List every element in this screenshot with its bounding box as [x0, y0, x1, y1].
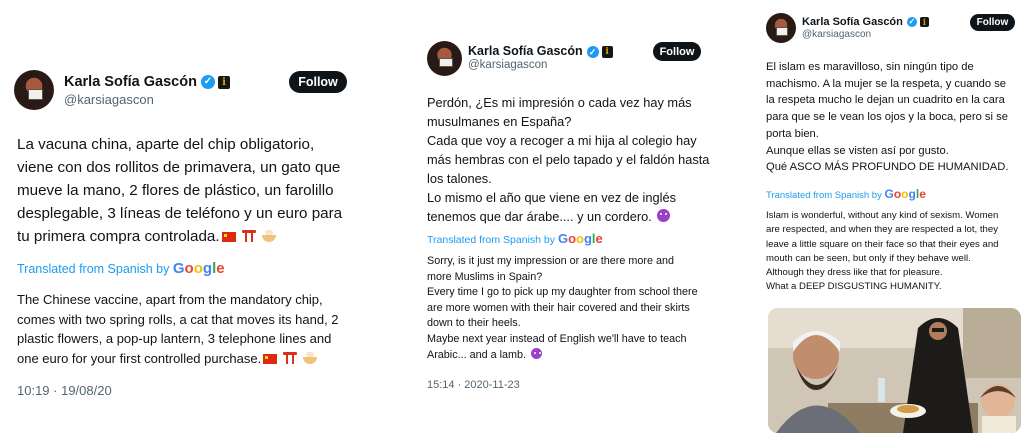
google-logo: Google: [172, 260, 225, 277]
photo-scene: [768, 308, 1021, 433]
follow-button[interactable]: Follow: [289, 71, 347, 93]
org-badge-icon: i: [919, 17, 929, 28]
display-name[interactable]: Karla Sofía Gascón ✓ i: [64, 74, 230, 90]
avatar[interactable]: [14, 70, 54, 110]
display-name-text[interactable]: Karla Sofía Gascón: [64, 74, 197, 90]
ramen-bowl-icon: [302, 351, 317, 364]
translation-text-content: Islam is wonderful, without any kind of …: [766, 210, 999, 293]
handle[interactable]: @karsiagascon: [64, 92, 154, 107]
org-badge-icon: i: [217, 75, 230, 89]
display-name[interactable]: Karla Sofía Gascón ✓ i: [802, 16, 929, 28]
handle[interactable]: @karsiagascon: [802, 29, 871, 40]
translation-text: Sorry, is it just my impression or are t…: [427, 254, 717, 363]
display-name[interactable]: Karla Sofía Gascón ✓ i: [468, 44, 613, 58]
chinese-flag-icon: [221, 232, 236, 242]
display-name-text[interactable]: Karla Sofía Gascón: [802, 16, 903, 28]
translated-from-label[interactable]: Translated from Spanish by Google: [17, 260, 225, 277]
translation-text: Islam is wonderful, without any kind of …: [766, 209, 1022, 295]
tweet-text: El islam es maravilloso, sin ningún tipo…: [766, 59, 1022, 176]
tweet-card-2: Karla Sofía Gascón ✓ i @karsiagascon Follo…: [424, 38, 714, 398]
verified-badge-icon: ✓: [906, 17, 917, 28]
follow-button[interactable]: Follow: [653, 42, 701, 61]
timestamp[interactable]: 10:19 · 19/08/20: [17, 383, 112, 398]
google-logo: Google: [557, 231, 603, 246]
translated-text[interactable]: Translated from Spanish by: [17, 262, 169, 276]
display-name-text[interactable]: Karla Sofía Gascón: [468, 44, 583, 58]
tweet-text-content: El islam es maravilloso, sin ningún tipo…: [766, 61, 1009, 174]
tweet-text-content: La vacuna china, aparte del chip obligat…: [17, 136, 343, 245]
verified-badge-icon: ✓: [586, 45, 599, 58]
translation-text-content: Sorry, is it just my impression or are t…: [427, 255, 698, 361]
verified-badge-icon: ✓: [200, 75, 215, 90]
tweet-text: Perdón, ¿Es mi impresión o cada vez hay …: [427, 93, 717, 226]
translated-from-label[interactable]: Translated from Spanish by Google: [766, 187, 926, 201]
org-badge-icon: i: [601, 45, 613, 58]
tweet-text: La vacuna china, aparte del chip obligat…: [17, 133, 362, 248]
avatar[interactable]: [766, 13, 796, 43]
translated-text[interactable]: Translated from Spanish by: [766, 190, 882, 201]
tweet-photo[interactable]: [768, 308, 1021, 433]
handle[interactable]: @karsiagascon: [468, 59, 547, 71]
ramen-bowl-icon: [262, 230, 277, 242]
timestamp[interactable]: 15:14 · 2020-11-23: [427, 379, 520, 391]
translation-text: The Chinese vaccine, apart from the mand…: [17, 290, 367, 368]
chinese-flag-icon: [263, 353, 278, 364]
translated-text[interactable]: Translated from Spanish by: [427, 234, 555, 246]
crying-face-icon: [531, 347, 543, 359]
translated-from-label[interactable]: Translated from Spanish by Google: [427, 231, 603, 246]
torii-gate-icon: [241, 230, 256, 242]
torii-gate-icon: [282, 351, 297, 364]
follow-button[interactable]: Follow: [970, 14, 1015, 31]
avatar[interactable]: [427, 41, 462, 76]
tweet-text-content: Perdón, ¿Es mi impresión o cada vez hay …: [427, 95, 710, 224]
google-logo: Google: [884, 187, 926, 201]
tweet-card-1: Karla Sofía Gascón ✓ i @karsiagascon Follo…: [14, 64, 366, 404]
crying-face-icon: [657, 209, 671, 222]
